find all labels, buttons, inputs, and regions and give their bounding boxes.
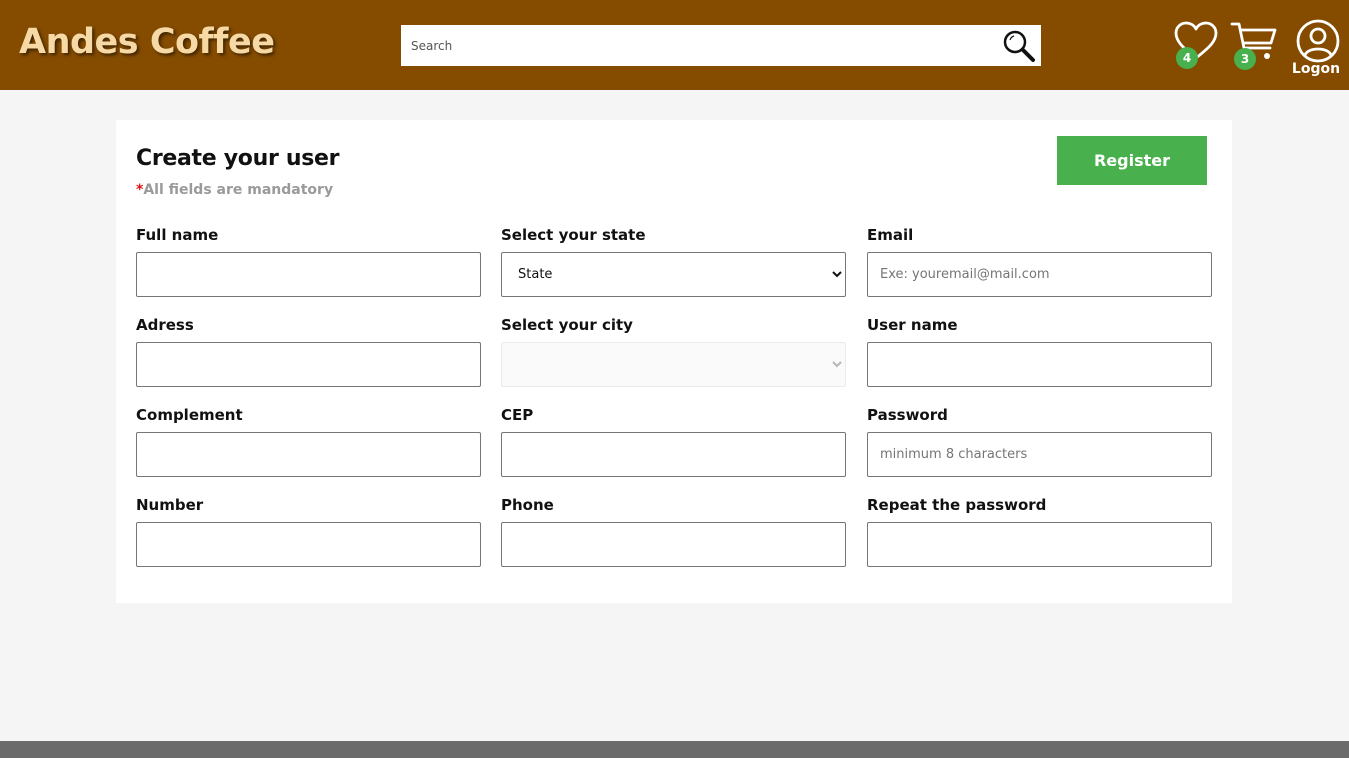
mandatory-note-text: All fields are mandatory bbox=[143, 182, 334, 198]
footer-bar bbox=[0, 741, 1349, 758]
password-label: Password bbox=[867, 406, 948, 424]
email-label: Email bbox=[867, 226, 914, 244]
logon-label: Logon bbox=[1291, 61, 1341, 77]
top-header: Andes Coffee 4 3 Logo bbox=[0, 0, 1349, 90]
full-name-input[interactable] bbox=[136, 252, 481, 297]
search-input[interactable] bbox=[401, 25, 996, 66]
state-field: Select your state State bbox=[501, 225, 847, 297]
user-name-label: User name bbox=[867, 316, 958, 334]
complement-label: Complement bbox=[136, 406, 243, 424]
city-label: Select your city bbox=[501, 316, 633, 334]
phone-label: Phone bbox=[501, 496, 554, 514]
cep-field: CEP bbox=[501, 405, 847, 477]
logon-button[interactable]: Logon bbox=[1290, 19, 1342, 79]
email-field: Email bbox=[867, 225, 1213, 297]
number-field: Number bbox=[136, 495, 482, 567]
full-name-field: Full name bbox=[136, 225, 482, 297]
number-label: Number bbox=[136, 496, 204, 514]
search-bar bbox=[401, 25, 1041, 66]
user-name-field: User name bbox=[867, 315, 1213, 387]
repeat-password-field: Repeat the password bbox=[867, 495, 1213, 567]
number-input[interactable] bbox=[136, 522, 481, 567]
repeat-password-label: Repeat the password bbox=[867, 496, 1047, 514]
city-field: Select your city bbox=[501, 315, 847, 387]
address-label: Adress bbox=[136, 316, 194, 334]
full-name-label: Full name bbox=[136, 226, 219, 244]
cart-button[interactable]: 3 bbox=[1230, 20, 1280, 70]
register-button[interactable]: Register bbox=[1057, 136, 1207, 185]
email-input[interactable] bbox=[867, 252, 1212, 297]
password-field: Password bbox=[867, 405, 1213, 477]
repeat-password-input[interactable] bbox=[867, 522, 1212, 567]
favorites-button[interactable]: 4 bbox=[1172, 20, 1220, 70]
brand-logo[interactable]: Andes Coffee bbox=[19, 22, 275, 62]
city-select[interactable] bbox=[501, 342, 846, 387]
cep-label: CEP bbox=[501, 406, 534, 424]
phone-input[interactable] bbox=[501, 522, 846, 567]
address-input[interactable] bbox=[136, 342, 481, 387]
search-icon bbox=[1003, 30, 1035, 62]
search-button[interactable] bbox=[1001, 28, 1037, 63]
phone-field: Phone bbox=[501, 495, 847, 567]
address-field: Adress bbox=[136, 315, 482, 387]
cep-input[interactable] bbox=[501, 432, 846, 477]
user-circle-icon bbox=[1296, 19, 1340, 63]
favorites-count-badge: 4 bbox=[1176, 47, 1198, 69]
complement-field: Complement bbox=[136, 405, 482, 477]
register-form-card: Create your user *All fields are mandato… bbox=[116, 120, 1232, 603]
cart-count-badge: 3 bbox=[1234, 48, 1256, 70]
complement-input[interactable] bbox=[136, 432, 481, 477]
mandatory-note: *All fields are mandatory bbox=[136, 182, 333, 198]
page-title: Create your user bbox=[136, 146, 340, 171]
state-label: Select your state bbox=[501, 226, 646, 244]
state-select[interactable]: State bbox=[501, 252, 846, 297]
user-name-input[interactable] bbox=[867, 342, 1212, 387]
password-input[interactable] bbox=[867, 432, 1212, 477]
